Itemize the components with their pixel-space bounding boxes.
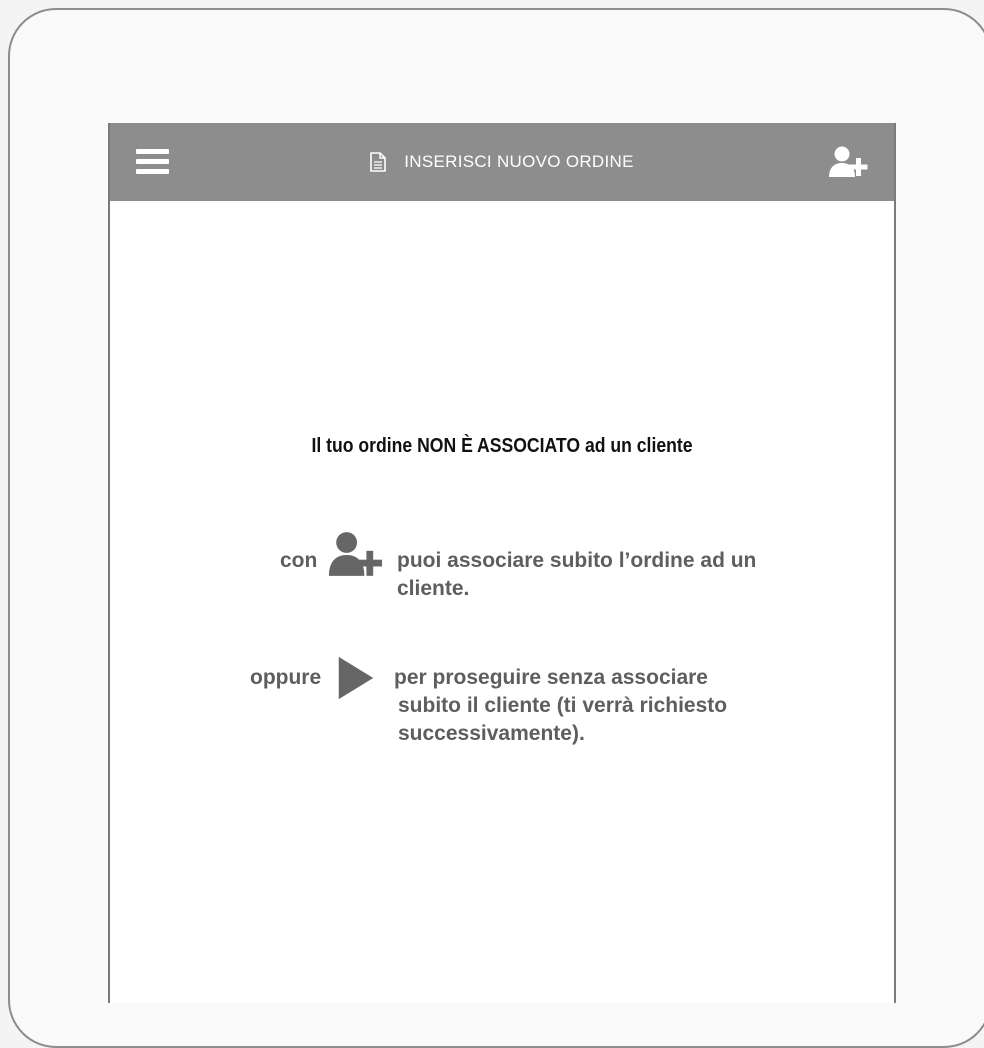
option-continue-line2: subito il cliente (ti verrà richiesto <box>398 694 728 717</box>
option-continue-line1: per proseguire senza associare <box>394 666 708 689</box>
option-associate-line1: puoi associare subito l’ordine ad un <box>397 549 757 572</box>
add-user-icon[interactable] <box>326 530 386 580</box>
document-icon <box>370 152 387 172</box>
option-continue-line3: successivamente). <box>398 722 585 745</box>
page-title: INSERISCI NUOVO ORDINE <box>404 152 634 171</box>
option-associate-line2: cliente. <box>397 577 470 600</box>
option-continue-prefix: oppure <box>250 666 322 689</box>
app-screen: INSERISCI NUOVO ORDINE Il tuo ordine NON… <box>108 123 896 1003</box>
headline: Il tuo ordine NON È ASSOCIATO ad un clie… <box>311 435 693 457</box>
add-user-icon[interactable] <box>828 145 872 181</box>
play-icon[interactable] <box>336 655 376 701</box>
option-associate-prefix: con <box>280 549 318 572</box>
header-title-group: INSERISCI NUOVO ORDINE <box>110 123 894 201</box>
main-content: Il tuo ordine NON È ASSOCIATO ad un clie… <box>110 201 894 1003</box>
app-header: INSERISCI NUOVO ORDINE <box>110 123 894 201</box>
